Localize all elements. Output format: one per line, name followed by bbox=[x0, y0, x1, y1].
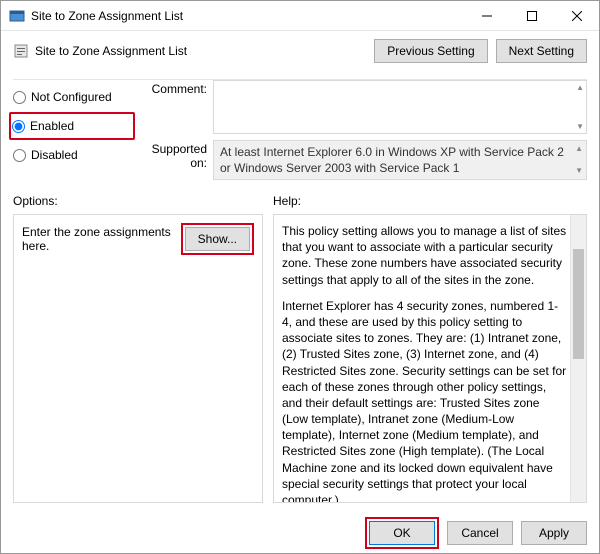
show-button[interactable]: Show... bbox=[185, 227, 250, 251]
highlight-show: Show... bbox=[181, 223, 254, 255]
state-radios: Not Configured Enabled Disabled bbox=[13, 80, 135, 186]
lower-split: Options: Enter the zone assignments here… bbox=[13, 194, 587, 503]
radio-enabled-label: Enabled bbox=[30, 119, 74, 133]
apply-button[interactable]: Apply bbox=[521, 521, 587, 545]
next-setting-button[interactable]: Next Setting bbox=[496, 39, 587, 63]
radio-disabled-input[interactable] bbox=[13, 149, 26, 162]
main-settings: Not Configured Enabled Disabled Comment: bbox=[13, 80, 587, 186]
scroll-down-icon[interactable]: ▼ bbox=[576, 122, 584, 131]
content-area: Site to Zone Assignment List Previous Se… bbox=[1, 31, 599, 513]
policy-title: Site to Zone Assignment List bbox=[35, 44, 374, 58]
window-title: Site to Zone Assignment List bbox=[31, 9, 464, 23]
footer-buttons: OK Cancel Apply bbox=[1, 513, 599, 553]
scrollbar-thumb[interactable] bbox=[573, 249, 584, 359]
header-row: Site to Zone Assignment List Previous Se… bbox=[13, 39, 587, 63]
help-scrollbar[interactable] bbox=[570, 215, 586, 502]
radio-disabled[interactable]: Disabled bbox=[13, 144, 135, 166]
ok-button[interactable]: OK bbox=[369, 521, 435, 545]
previous-setting-button[interactable]: Previous Setting bbox=[374, 39, 487, 63]
supported-on-label: Supported on: bbox=[135, 140, 213, 180]
help-text: This policy setting allows you to manage… bbox=[282, 223, 568, 503]
help-label: Help: bbox=[273, 194, 587, 208]
options-column: Options: Enter the zone assignments here… bbox=[13, 194, 263, 503]
radio-disabled-label: Disabled bbox=[31, 148, 78, 162]
scroll-up-icon[interactable]: ▲ bbox=[576, 83, 584, 92]
scroll-up-icon[interactable]: ▲ bbox=[575, 144, 583, 154]
radio-not-configured-label: Not Configured bbox=[31, 90, 112, 104]
highlight-enabled: Enabled bbox=[9, 112, 135, 140]
minimize-button[interactable] bbox=[464, 1, 509, 31]
supported-on-value: At least Internet Explorer 6.0 in Window… bbox=[220, 145, 564, 175]
cancel-button[interactable]: Cancel bbox=[447, 521, 513, 545]
options-entry-label: Enter the zone assignments here. bbox=[22, 225, 177, 253]
help-paragraph: This policy setting allows you to manage… bbox=[282, 223, 568, 288]
comment-label: Comment: bbox=[135, 80, 213, 134]
help-paragraph: Internet Explorer has 4 security zones, … bbox=[282, 298, 568, 503]
options-panel: Enter the zone assignments here. Show... bbox=[13, 214, 263, 503]
close-button[interactable] bbox=[554, 1, 599, 31]
policy-icon bbox=[13, 43, 29, 59]
maximize-button[interactable] bbox=[509, 1, 554, 31]
app-icon bbox=[9, 8, 25, 24]
titlebar: Site to Zone Assignment List bbox=[1, 1, 599, 31]
radio-enabled[interactable]: Enabled bbox=[12, 115, 129, 137]
supported-on-text: At least Internet Explorer 6.0 in Window… bbox=[213, 140, 587, 180]
radio-not-configured-input[interactable] bbox=[13, 91, 26, 104]
comment-textarea[interactable]: ▲ ▼ bbox=[213, 80, 587, 134]
help-column: Help: This policy setting allows you to … bbox=[273, 194, 587, 503]
scroll-down-icon[interactable]: ▼ bbox=[575, 166, 583, 176]
highlight-ok: OK bbox=[365, 517, 439, 549]
help-panel: This policy setting allows you to manage… bbox=[273, 214, 587, 503]
dialog-window: Site to Zone Assignment List Site to Zon… bbox=[0, 0, 600, 554]
radio-enabled-input[interactable] bbox=[12, 120, 25, 133]
options-label: Options: bbox=[13, 194, 263, 208]
meta-area: Comment: ▲ ▼ Supported on: At least Inte… bbox=[135, 80, 587, 186]
radio-not-configured[interactable]: Not Configured bbox=[13, 86, 135, 108]
